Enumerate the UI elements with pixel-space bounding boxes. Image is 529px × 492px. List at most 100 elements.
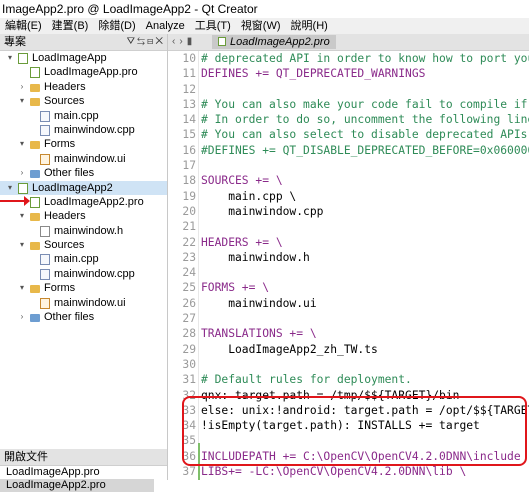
code-line[interactable]: 13 # You can also make your code fail to … (168, 97, 529, 112)
close-icon[interactable]: ✕ (155, 36, 165, 47)
code-line[interactable]: 18 SOURCES += \ (168, 173, 529, 188)
line-number: 26 (182, 296, 196, 310)
link-icon[interactable]: ⇆ (137, 36, 147, 47)
collapse-arrow-icon[interactable]: › (18, 310, 26, 324)
tree-item[interactable]: ▾ Forms (0, 281, 167, 295)
code-line[interactable]: 28 TRANSLATIONS += \ (168, 326, 529, 341)
line-number: 21 (182, 220, 196, 234)
editor-tab-label: LoadImageApp2.pro (230, 36, 330, 48)
tree-item[interactable]: ▾ Headers (0, 209, 167, 223)
forward-icon[interactable]: › (179, 36, 186, 47)
code-line[interactable]: 29 LoadImageApp2_zh_TW.ts (168, 342, 529, 357)
menu-item[interactable]: 編輯(E) (0, 18, 47, 34)
folder-icon (30, 285, 40, 294)
panel-tools[interactable]: ⛛⇆⊟✕ (127, 34, 165, 50)
tree-item[interactable]: mainwindow.ui (0, 296, 167, 310)
tree-item-label: LoadImageApp2.pro (44, 195, 144, 208)
tree-item-label: Sources (44, 95, 85, 108)
tree-item[interactable]: main.cpp (0, 109, 167, 123)
editor-tab[interactable]: LoadImageApp2.pro (212, 35, 336, 49)
line-number: 27 (182, 312, 196, 326)
expand-arrow-icon[interactable]: ▾ (18, 238, 26, 252)
code-line[interactable]: 17 (168, 158, 529, 173)
tree-item[interactable]: mainwindow.ui (0, 152, 167, 166)
code-text: SOURCES += \ (201, 174, 283, 188)
tree-item[interactable]: ▾ LoadImageApp (0, 51, 167, 65)
tree-item[interactable]: ▾ Sources (0, 94, 167, 108)
code-line[interactable]: 31 # Default rules for deployment. (168, 372, 529, 387)
tree-item[interactable]: ▾ Forms (0, 137, 167, 151)
open-document-item[interactable]: LoadImageApp.pro (0, 466, 167, 479)
tree-item[interactable]: main.cpp (0, 252, 167, 266)
code-text: LIBS+= -LC:\OpenCV\OpenCV4.2.0DNN\lib \ (201, 465, 467, 479)
code-text: #DEFINES += QT_DISABLE_DEPRECATED_BEFORE… (201, 143, 529, 157)
cpp-file-icon (40, 268, 50, 280)
expand-arrow-icon[interactable]: ▾ (6, 181, 14, 195)
tree-item[interactable]: › Other files (0, 310, 167, 324)
tree-item-label: Forms (44, 138, 76, 151)
line-number: 29 (182, 342, 196, 356)
code-line[interactable]: 16 #DEFINES += QT_DISABLE_DEPRECATED_BEFO… (168, 143, 529, 158)
tree-item[interactable]: ▾ Sources (0, 238, 167, 252)
open-document-item[interactable]: LoadImageApp2.pro (0, 479, 154, 492)
menu-item[interactable]: 說明(H) (286, 18, 333, 34)
tree-item-label: Other files (44, 311, 95, 324)
code-line[interactable]: 22 HEADERS += \ (168, 235, 529, 250)
line-number: 11 (182, 67, 196, 81)
expand-arrow-icon[interactable]: ▾ (18, 209, 26, 223)
tree-item[interactable]: › Other files (0, 166, 167, 180)
collapse-arrow-icon[interactable]: › (18, 166, 26, 180)
tree-item-label: Sources (44, 239, 85, 252)
tree-item[interactable]: mainwindow.cpp (0, 267, 167, 281)
expand-arrow-icon[interactable]: ▾ (6, 51, 14, 65)
projects-panel-header: 專案 ⛛⇆⊟✕ (0, 34, 167, 51)
expand-arrow-icon[interactable]: ▾ (18, 281, 26, 295)
code-line[interactable]: 12 (168, 82, 529, 97)
expand-arrow-icon[interactable]: ▾ (18, 94, 26, 108)
tree-item-label: Forms (44, 282, 76, 295)
filter-icon[interactable]: ⛛ (127, 36, 137, 47)
folder-icon (30, 242, 40, 251)
code-line[interactable]: 37 LIBS+= -LC:\OpenCV\OpenCV4.2.0DNN\lib … (168, 464, 529, 479)
line-number: 20 (182, 204, 196, 218)
tree-item[interactable]: › Headers (0, 80, 167, 94)
line-number: 37 (182, 465, 196, 479)
code-text: # You can also make your code fail to co… (201, 97, 529, 111)
code-line[interactable]: 23 mainwindow.h (168, 250, 529, 265)
tree-item[interactable]: mainwindow.cpp (0, 123, 167, 137)
code-line[interactable]: 14 # In order to do so, uncomment the fol… (168, 112, 529, 127)
code-line[interactable]: 10 # deprecated API in order to know how … (168, 51, 529, 66)
code-line[interactable]: 11 DEFINES += QT_DEPRECATED_WARNINGS (168, 66, 529, 81)
code-text: HEADERS += \ (201, 235, 283, 249)
code-line[interactable]: 24 (168, 265, 529, 280)
tree-item[interactable]: LoadImageApp.pro (0, 65, 167, 79)
code-line[interactable]: 27 (168, 311, 529, 326)
menu-item[interactable]: 視窗(W) (236, 18, 286, 34)
tree-item[interactable]: mainwindow.h (0, 224, 167, 238)
collapse-arrow-icon[interactable]: › (18, 80, 26, 94)
pro-file-icon (30, 196, 40, 208)
lock-icon: ▮ (186, 36, 197, 47)
line-number: 10 (182, 52, 196, 65)
editor-tab-bar: ‹›▮ LoadImageApp2.pro (168, 34, 529, 51)
tree-item-label: Headers (44, 80, 86, 93)
menu-item[interactable]: 工具(T) (190, 18, 236, 34)
code-line[interactable]: 26 mainwindow.ui (168, 296, 529, 311)
nav-arrows[interactable]: ‹›▮ (172, 34, 196, 50)
code-line[interactable]: 30 (168, 357, 529, 372)
tree-item[interactable]: ▾ LoadImageApp2 (0, 180, 167, 195)
menu-item[interactable]: 建置(B) (47, 18, 94, 34)
line-number: 17 (182, 159, 196, 173)
line-number: 16 (182, 143, 196, 157)
code-line[interactable]: 19 main.cpp \ (168, 189, 529, 204)
menu-item[interactable]: 除錯(D) (93, 18, 140, 34)
expand-arrow-icon[interactable]: ▾ (18, 137, 26, 151)
menu-item[interactable]: Analyze (141, 18, 190, 34)
line-number: 18 (182, 174, 196, 188)
code-line[interactable]: 15 # You can also select to disable depre… (168, 127, 529, 142)
window-title: ImageApp2.pro @ LoadImageApp2 - Qt Creat… (0, 0, 529, 18)
tree-item-label: mainwindow.ui (54, 152, 126, 165)
code-line[interactable]: 21 (168, 219, 529, 234)
code-line[interactable]: 20 mainwindow.cpp (168, 204, 529, 219)
code-line[interactable]: 25 FORMS += \ (168, 280, 529, 295)
